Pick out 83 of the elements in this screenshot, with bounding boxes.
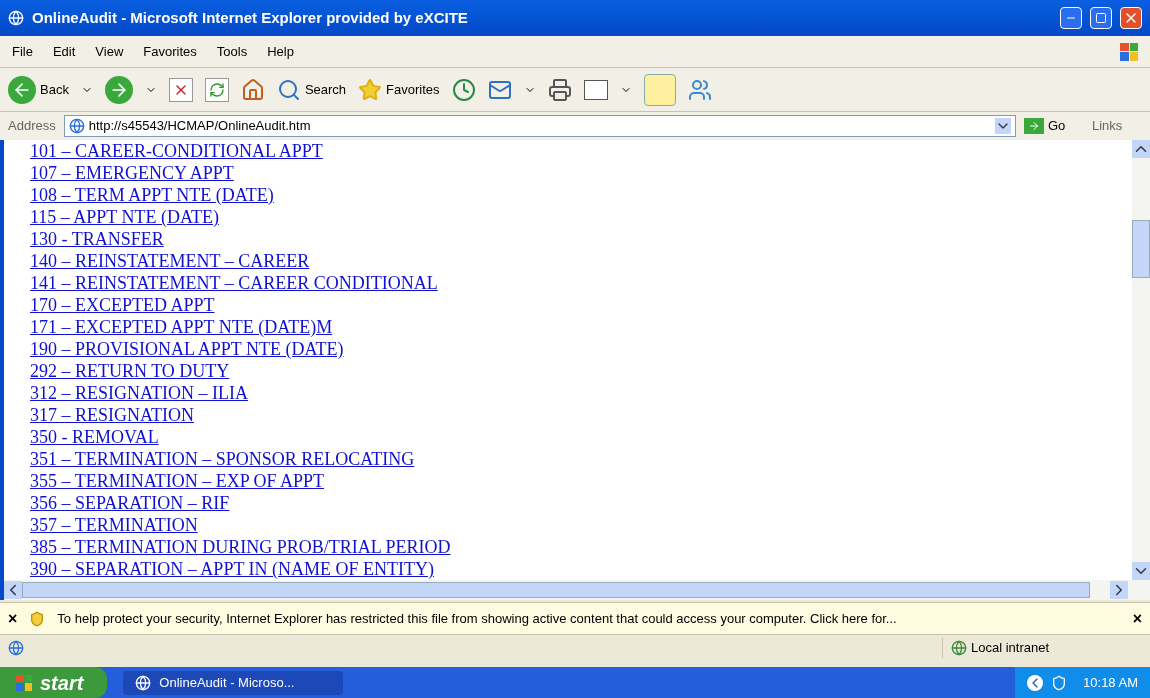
links-button[interactable]: Links (1092, 116, 1142, 136)
link[interactable]: 190 – PROVISIONAL APPT NTE (DATE) (30, 339, 344, 359)
people-icon (687, 77, 712, 102)
link[interactable]: 351 – TERMINATION – SPONSOR RELOCATING (30, 449, 415, 469)
scroll-thumb[interactable] (22, 582, 1090, 598)
refresh-icon (208, 81, 225, 98)
link[interactable]: 312 – RESIGNATION – ILIA (30, 383, 248, 403)
tray-expand-icon[interactable] (1027, 674, 1044, 691)
messenger-button[interactable] (687, 77, 712, 102)
scroll-right-icon[interactable] (1110, 581, 1128, 599)
refresh-button[interactable] (204, 77, 229, 102)
menu-item[interactable]: Tools (216, 41, 248, 62)
shield-icon (29, 610, 46, 627)
home-icon (240, 77, 265, 102)
menu-item[interactable]: View (95, 41, 124, 62)
link[interactable]: 140 – REINSTATEMENT – CAREER (30, 251, 310, 271)
intranet-icon (951, 640, 967, 656)
maximize-button[interactable] (1090, 7, 1112, 29)
link[interactable]: 170 – EXCEPTED APPT (30, 295, 215, 315)
page-icon (68, 118, 85, 134)
dismiss-button[interactable]: × (1132, 606, 1142, 631)
link[interactable]: 101 – CAREER-CONDITIONAL APPT (30, 141, 323, 161)
dropdown-icon[interactable] (995, 118, 1011, 134)
taskbar-button[interactable]: OnlineAudit - Microso... (123, 670, 344, 695)
go-arrow-icon (1028, 120, 1040, 132)
vertical-scrollbar[interactable] (1132, 140, 1150, 580)
close-button[interactable] (1120, 7, 1142, 29)
stop-button[interactable] (168, 77, 193, 102)
search-button[interactable]: Search (276, 77, 347, 102)
address-label: Address (8, 117, 56, 136)
security-icon[interactable] (1051, 674, 1068, 691)
link[interactable]: 130 - TRANSFER (30, 229, 164, 249)
history-icon (451, 77, 476, 102)
link[interactable]: 390 – SEPARATION – APPT IN (NAME OF ENTITY) (30, 559, 435, 579)
link[interactable]: 356 – SEPARATION – RIF (30, 493, 230, 513)
link[interactable]: 108 – TERM APPT NTE (DATE) (30, 185, 274, 205)
star-icon (358, 77, 383, 102)
browser-icon (135, 674, 152, 691)
link[interactable]: 171 – EXCEPTED APPT NTE (DATE)M (30, 317, 333, 337)
home-button[interactable] (240, 77, 265, 102)
link[interactable]: 350 - REMOVAL (30, 427, 159, 447)
edit-button[interactable] (583, 79, 608, 100)
menu-item[interactable]: Help (267, 41, 294, 62)
link[interactable]: 292 – RETURN TO DUTY (30, 361, 230, 381)
window-title: OnlineAudit - Microsoft Internet Explorer provided by eXCITE (32, 7, 469, 28)
info-message: To help protect your security, Internet Explorer has restricted this file from showing active content that could access your computer. Click here for... (57, 609, 898, 628)
zone-text: Local intranet (971, 639, 1050, 658)
maximize-icon (1095, 12, 1107, 24)
print-button[interactable] (547, 77, 572, 102)
address-text: http://s45543/HCMAP/OnlineAudit.htm (88, 117, 312, 136)
start-button[interactable]: start (0, 667, 108, 698)
link[interactable]: 107 – EMERGENCY APPT (30, 163, 234, 183)
search-icon (276, 77, 301, 102)
clock: 10:18 AM (1083, 673, 1138, 692)
link[interactable]: 385 – TERMINATION DURING PROB/TRIAL PERIOD (30, 537, 451, 557)
windows-logo-icon (1120, 42, 1138, 61)
scroll-up-icon[interactable] (1132, 140, 1150, 158)
menu-item[interactable]: Favorites (143, 41, 197, 62)
page-icon (8, 640, 24, 656)
horizontal-scrollbar[interactable] (0, 580, 1150, 600)
menu-item[interactable]: Edit (52, 41, 76, 62)
forward-button[interactable] (104, 75, 133, 104)
scroll-left-icon[interactable] (4, 581, 22, 599)
scroll-thumb[interactable] (1132, 220, 1150, 278)
link[interactable]: 141 – REINSTATEMENT – CAREER CONDITIONAL (30, 273, 438, 293)
windows-logo-icon (16, 674, 32, 691)
back-button[interactable]: Back (8, 75, 69, 104)
history-button[interactable] (451, 77, 476, 102)
link[interactable]: 357 – TERMINATION (30, 515, 198, 535)
minimize-button[interactable] (1060, 7, 1082, 29)
printer-icon (547, 77, 572, 102)
link[interactable]: 317 – RESIGNATION (30, 405, 194, 425)
address-field[interactable]: http://s45543/HCMAP/OnlineAudit.htm (63, 115, 1016, 137)
note-button[interactable] (643, 73, 676, 106)
favorites-button[interactable]: Favorites (358, 77, 440, 102)
menu-item[interactable]: File (12, 41, 33, 62)
scroll-down-icon[interactable] (1132, 562, 1150, 580)
browser-icon (8, 10, 24, 26)
link[interactable]: 115 – APPT NTE (DATE) (30, 207, 219, 227)
close-info-button[interactable]: × (8, 606, 18, 631)
info-bar[interactable]: × To help protect your security, Internet Explorer has restricted this file from showing active content that could access your computer. Click here for... × (0, 602, 1150, 635)
link[interactable]: 355 – TERMINATION – EXP OF APPT (30, 471, 325, 491)
go-button[interactable]: Go (1024, 116, 1084, 136)
